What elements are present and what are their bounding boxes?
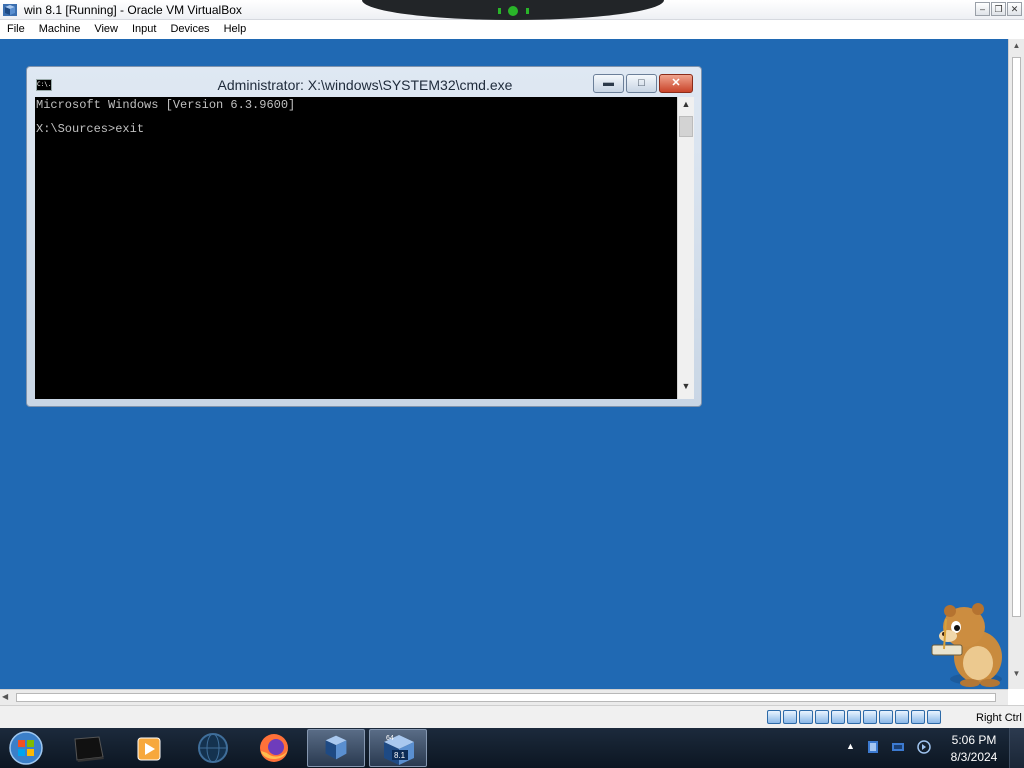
start-button[interactable] [5, 729, 47, 767]
clock-time[interactable]: 5:06 PM [935, 733, 1013, 747]
host-key-label: Right Ctrl [976, 712, 1022, 724]
cmd-maximize-button[interactable]: □ [626, 74, 657, 93]
restore-button[interactable]: ❐ [991, 2, 1006, 16]
console-area[interactable]: Microsoft Windows [Version 6.3.9600] X:\… [35, 97, 694, 399]
host-window-controls: – ❐ ✕ [975, 2, 1022, 16]
media-player-icon[interactable] [120, 729, 178, 767]
usb-icon[interactable] [831, 710, 845, 724]
scroll-up-icon[interactable]: ▲ [678, 99, 694, 113]
floppy-icon[interactable] [799, 710, 813, 724]
network-icon[interactable] [815, 710, 829, 724]
scroll-up-icon[interactable]: ▲ [1009, 41, 1024, 55]
scroll-down-icon[interactable]: ▼ [678, 381, 694, 395]
vm-badge-icon: 64 8.1 [384, 735, 414, 765]
host-window-title: win 8.1 [Running] - Oracle VM VirtualBox [24, 3, 242, 17]
status-icon-group [767, 710, 941, 724]
minimize-button[interactable]: – [975, 2, 990, 16]
terminal-app-icon[interactable] [60, 729, 118, 767]
notch-tick [498, 8, 501, 14]
show-desktop-button[interactable] [1009, 728, 1024, 768]
console-scrollbar[interactable]: ▲ ▼ [677, 97, 694, 399]
guest-desktop[interactable]: C:\. Administrator: X:\windows\SYSTEM32\… [0, 39, 1008, 689]
console-output: Microsoft Windows [Version 6.3.9600] X:\… [36, 98, 296, 136]
cmd-close-button[interactable]: ✕ [659, 74, 693, 93]
network-tray-icon[interactable] [891, 740, 905, 754]
scrollbar-thumb[interactable] [1012, 57, 1021, 617]
menu-help[interactable]: Help [217, 20, 254, 39]
host-status-bar: Right Ctrl [0, 705, 1024, 728]
cmd-window-controls: ▬ □ ✕ [593, 74, 693, 93]
virtualbox-app-icon [3, 4, 17, 16]
globe-app-icon[interactable] [184, 729, 242, 767]
vm-badge-81: 8.1 [394, 751, 406, 760]
shared-folder-icon[interactable] [847, 710, 861, 724]
keyboard-icon[interactable] [927, 710, 941, 724]
host-menu-bar: File Machine View Input Devices Help [0, 20, 1024, 39]
scroll-down-icon[interactable]: ▼ [1009, 669, 1024, 683]
cmd-window[interactable]: C:\. Administrator: X:\windows\SYSTEM32\… [26, 66, 702, 407]
scrollbar-thumb[interactable] [16, 693, 996, 702]
scrollbar-thumb[interactable] [679, 116, 693, 137]
firefox-icon[interactable] [245, 729, 303, 767]
menu-view[interactable]: View [87, 20, 125, 39]
menu-input[interactable]: Input [125, 20, 163, 39]
notification-icon[interactable] [866, 740, 880, 754]
status-indicator-icon [508, 6, 518, 16]
notch-tick [526, 8, 529, 14]
clock-date[interactable]: 8/3/2024 [935, 750, 1013, 764]
host-title-bar: win 8.1 [Running] - Oracle VM VirtualBox… [0, 0, 1024, 20]
vm-badge-64: 64 [386, 735, 394, 742]
mouse-integration-icon[interactable] [911, 710, 925, 724]
host-vertical-scrollbar[interactable]: ▲ ▼ [1008, 39, 1024, 689]
menu-devices[interactable]: Devices [163, 20, 216, 39]
mini-toolbar-handle[interactable] [362, 0, 664, 20]
scroll-left-icon[interactable]: ◀ [2, 692, 14, 704]
hard-disk-icon[interactable] [767, 710, 781, 724]
volume-icon[interactable] [917, 740, 931, 754]
guest-taskbar: 64 8.1 ▲ 5:06 PM 8/3/2024 [0, 728, 1024, 768]
close-button[interactable]: ✕ [1007, 2, 1022, 16]
menu-file[interactable]: File [0, 20, 32, 39]
menu-machine[interactable]: Machine [32, 20, 88, 39]
show-hidden-icons-button[interactable]: ▲ [846, 741, 855, 751]
hamster-mascot-icon [931, 603, 1002, 687]
cpu-icon[interactable] [895, 710, 909, 724]
display-icon[interactable] [863, 710, 877, 724]
windows-81-vm-icon[interactable]: 64 8.1 [369, 729, 427, 767]
cmd-minimize-button[interactable]: ▬ [593, 74, 624, 93]
optical-drive-icon[interactable] [783, 710, 797, 724]
recording-icon[interactable] [879, 710, 893, 724]
virtualbox-icon[interactable] [307, 729, 365, 767]
host-horizontal-scrollbar[interactable]: ◀ [0, 689, 1008, 705]
